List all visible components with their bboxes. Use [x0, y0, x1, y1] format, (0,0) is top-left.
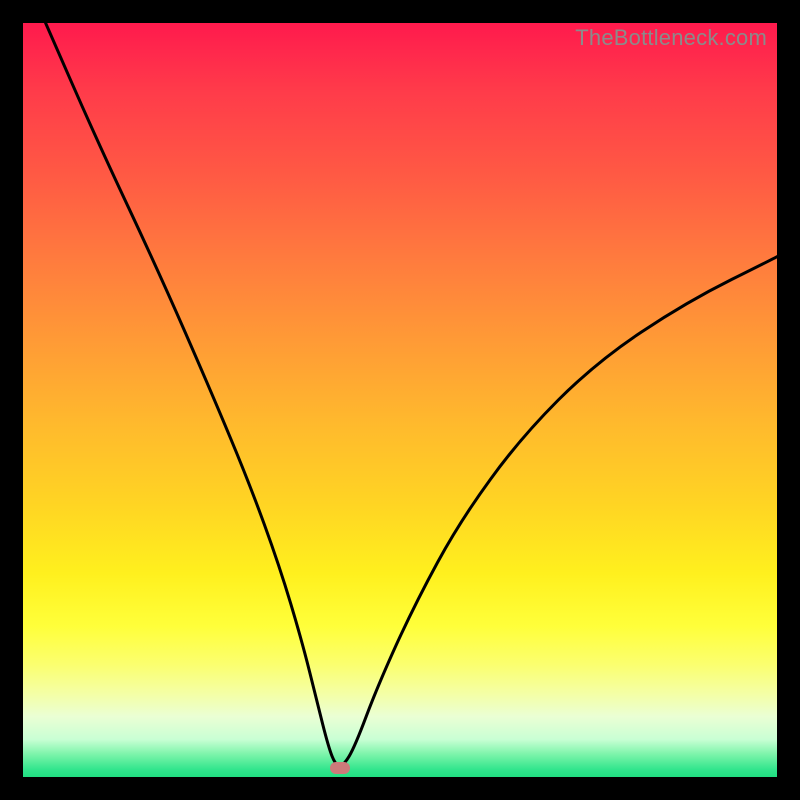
plot-area: TheBottleneck.com — [23, 23, 777, 777]
chart-frame: TheBottleneck.com — [0, 0, 800, 800]
bottleneck-curve — [23, 23, 777, 777]
minimum-marker — [330, 762, 350, 774]
